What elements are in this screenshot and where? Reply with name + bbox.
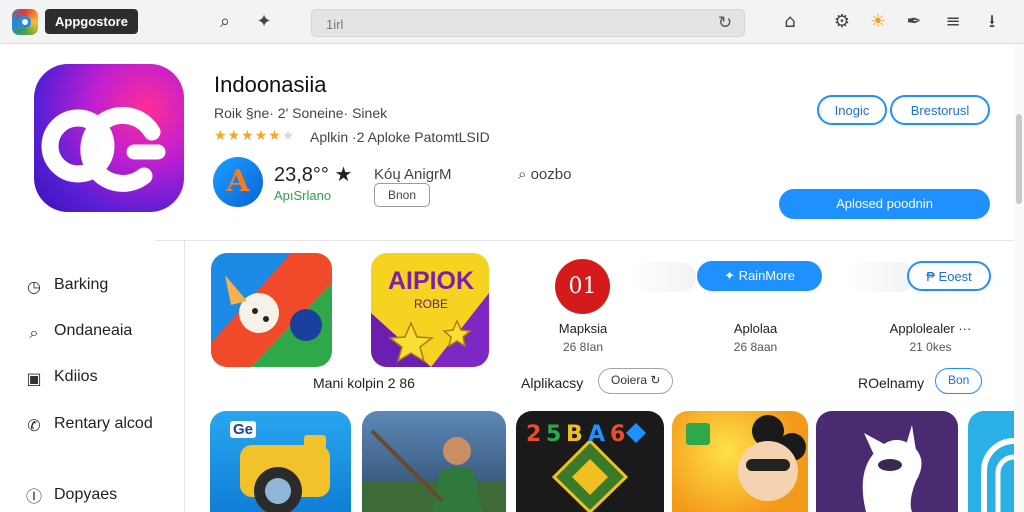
featured-item-3-name: Applolealer ··· [889, 321, 972, 336]
sidebar-item-label: Ondaneaia [54, 322, 133, 339]
featured-item-2-name: Aplolaa [733, 321, 778, 336]
sidebar-item-dopyaes[interactable]: Ⓘ Dopyaes [24, 486, 117, 510]
featured-item-2-size: 26 8aan [733, 340, 778, 354]
restore-button[interactable]: Brestorusl [890, 95, 990, 125]
section-divider [155, 240, 1024, 241]
svg-text:A: A [588, 422, 605, 447]
download-count: 23,8°° ★ [274, 164, 353, 186]
app-logo-icon[interactable] [12, 9, 38, 35]
comments-stat[interactable]: ⌕ oozbo [518, 166, 571, 183]
tile-2-title: AIPIOK [387, 267, 475, 295]
url-bar[interactable]: ↻ [311, 9, 745, 37]
phone-icon: ✆ [27, 416, 41, 435]
image-icon: ▣ [26, 369, 42, 388]
browser-toolbar: Appgostore ⌕ ✦ ↻ ⌂ ⚙ ☀ ✒ ≡ ⭳ [0, 0, 1024, 44]
rating-stars: ★★★★★★ [214, 128, 296, 144]
clock-icon: ◷ [27, 277, 41, 296]
ghost-button [628, 262, 696, 292]
svg-text:6: 6 [610, 422, 625, 447]
developer-icon[interactable]: A [213, 157, 263, 207]
download-count-label: ApıSrlano [274, 188, 332, 203]
sidebar-item-ondaneaia[interactable]: ⌕ Ondaneaia [24, 322, 133, 346]
sidebar-item-label: Dopyaes [54, 486, 118, 503]
sidebar: ◷ Barking ⌕ Ondaneaia ▣ Kdiios ✆ Rentary alc… [0, 241, 185, 512]
tile-2-subtitle: ROBE [413, 297, 448, 311]
app-subtitle: Roik §ne· 2' Soneine· Sinek [214, 105, 388, 121]
game-tile-1-label: Ge [230, 421, 257, 438]
featured-item-1-name: Mapksia [558, 321, 608, 336]
app-title: Indoonasiia [214, 72, 327, 97]
paint-icon[interactable]: ✒ [902, 10, 926, 34]
featured-app-tile-1[interactable] [211, 253, 332, 367]
sidebar-item-label: Rentary alcod [54, 415, 153, 432]
install-button[interactable]: Inogic [817, 95, 887, 125]
category-pill[interactable]: Ooiera ↻ [598, 368, 674, 394]
app-store-badge[interactable]: Appgostore [45, 9, 138, 34]
ghost-button [846, 262, 914, 292]
featured-app-badge[interactable]: 01 [555, 259, 610, 314]
svg-text:5: 5 [546, 422, 561, 447]
age-rating-button[interactable]: Bnon [374, 183, 430, 207]
bell-icon[interactable]: ⌂ [778, 10, 802, 34]
sparkle-icon[interactable]: ✦ [252, 10, 276, 34]
url-input[interactable] [326, 14, 706, 34]
game-tile-2[interactable] [362, 411, 506, 512]
settings-icon[interactable]: ⚙ [830, 10, 854, 34]
sun-icon[interactable]: ☀ [866, 10, 890, 34]
game-tile-1[interactable]: Ge [210, 411, 351, 512]
category-pill-2[interactable]: Bon [935, 368, 983, 394]
game-tile-3[interactable]: 2 5 B A 6 [516, 411, 664, 512]
game-tile-5[interactable] [816, 411, 958, 512]
search-icon[interactable]: ⌕ [213, 10, 237, 34]
featured-item-1-size: 26 8Ian [562, 340, 604, 354]
page-scrollbar[interactable] [1014, 44, 1024, 512]
sidebar-item-banking[interactable]: ◷ Barking [24, 276, 108, 300]
svg-text:B: B [566, 422, 583, 447]
featured-item-3-size: 21 0kes [909, 340, 952, 354]
svg-text:2: 2 [526, 422, 541, 447]
sidebar-item-kdiios[interactable]: ▣ Kdiios [24, 368, 98, 392]
read-more-button[interactable]: ✦ RainMore [697, 261, 822, 291]
download-icon: Ⓘ [25, 487, 42, 506]
boost-button[interactable]: ₱ Eoest [907, 261, 991, 291]
scrollbar-thumb[interactable] [1016, 114, 1022, 204]
app-hero-icon [34, 64, 184, 212]
category-label: Alplikacsy [521, 375, 584, 391]
download-icon[interactable]: ⭳ [980, 10, 1004, 34]
menu-icon[interactable]: ≡ [941, 10, 965, 34]
category-label-2: ROelnamy [858, 375, 925, 391]
featured-app-tile-2[interactable]: AIPIOK ROBE [371, 253, 489, 367]
sidebar-item-rentary[interactable]: ✆ Rentary alcod [24, 415, 153, 439]
search-icon: ⌕ [29, 323, 39, 342]
upload-button[interactable]: Aplosed poodnin [779, 189, 990, 219]
game-tile-6[interactable] [968, 411, 1014, 512]
sidebar-item-label: Kdiios [54, 368, 98, 385]
game-tile-4[interactable] [672, 411, 808, 512]
sidebar-item-label: Barking [54, 276, 109, 293]
reload-icon[interactable]: ↻ [714, 12, 736, 34]
age-rating-label: Kóų AnigrM [374, 166, 452, 183]
featured-caption: Mani kolpin 2 86 [313, 375, 415, 391]
rating-meta: Aplkin ·2 Aploke PatomtLSID [310, 129, 490, 145]
